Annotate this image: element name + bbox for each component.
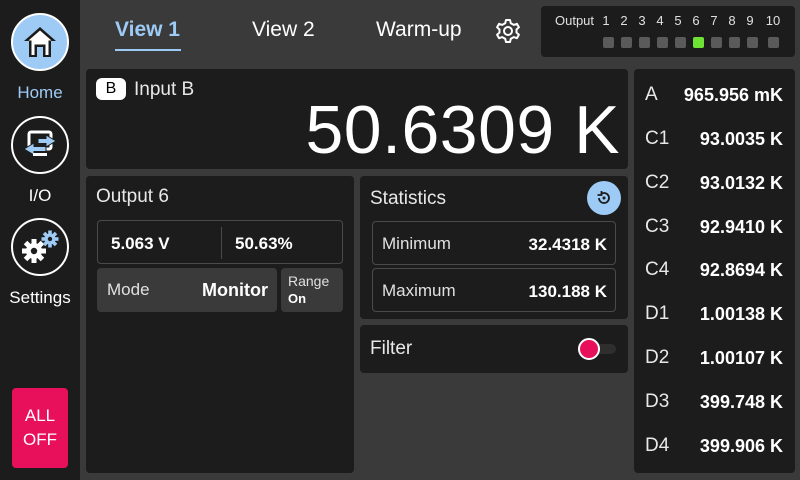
output-led [639,37,650,48]
output-led [675,37,686,48]
output-value-box: 5.063 V 50.63% [97,220,343,264]
channel-value: 92.8694 K [699,260,783,280]
output-title: Output 6 [96,186,169,207]
channel-name: C4 [645,259,670,280]
channel-value: 1.00138 K [699,304,783,324]
output-led [729,37,740,48]
output-led-active [693,37,704,48]
tab-view-1[interactable]: View 1 [115,18,180,42]
gear-icon[interactable] [495,18,521,44]
active-tab-underline [115,49,181,51]
statistics-panel: Statistics Minimum 32.4318 K Maximum 130… [360,176,628,319]
nav-io-label: I/O [28,186,52,205]
mode-value: Monitor [202,280,268,300]
output-percent: 50.63% [235,234,293,253]
channel-value: 92.9410 K [699,217,783,237]
input-badge: B [96,78,126,100]
channel-value: 93.0035 K [699,129,783,149]
channel-name: C2 [645,172,670,193]
channel-name: D3 [645,391,670,412]
output-number: 10 [765,13,781,28]
output-number: 8 [728,13,736,28]
divider [221,227,222,259]
nav-settings-label: Settings [9,288,71,307]
channel-name: D1 [645,303,670,324]
output-number: 5 [674,13,682,28]
output-number: 9 [746,13,754,28]
io-icon [11,116,69,174]
channel-row[interactable]: D1 1.00138 K [634,295,795,335]
channel-value: 1.00107 K [699,348,783,368]
channel-row[interactable]: C2 93.0132 K [634,164,795,204]
settings-gears-icon [11,218,69,276]
filter-toggle[interactable] [578,337,618,361]
channel-row[interactable]: A 965.956 mK [634,76,795,116]
output-led [711,37,722,48]
minimum-label: Minimum [382,234,451,253]
nav-home[interactable]: Home [0,13,80,103]
toggle-knob [578,338,600,360]
channel-name: A [645,84,658,105]
maximum-label: Maximum [382,281,456,300]
output-number: 7 [710,13,718,28]
range-label: Range [288,273,330,289]
channel-row[interactable]: C4 92.8694 K [634,251,795,291]
channel-name: D4 [645,435,670,456]
input-reading: 50.6309 K [305,92,620,168]
channel-value: 399.748 K [699,392,783,412]
statistics-minimum: Minimum 32.4318 K [372,221,616,265]
output-number: 6 [692,13,700,28]
minimum-value: 32.4318 K [528,235,607,254]
channel-row[interactable]: C1 93.0035 K [634,120,795,160]
tab-warm-up[interactable]: Warm-up [376,18,462,42]
channel-row[interactable]: D2 1.00107 K [634,339,795,379]
reset-icon [597,191,610,204]
channel-value: 399.906 K [699,436,783,456]
output-indicator-strip: Output 1 2 3 4 5 6 7 8 9 10 [541,6,795,57]
output-led [621,37,632,48]
reset-statistics-button[interactable] [587,181,621,215]
statistics-maximum: Maximum 130.188 K [372,268,616,312]
output-panel: Output 6 5.063 V 50.63% Mode Monitor Ran… [86,176,354,473]
channel-value: 93.0132 K [699,173,783,193]
output-number: 2 [620,13,628,28]
sidebar: Home I/O Settings ALL OFF [0,0,80,480]
filter-title: Filter [370,338,413,359]
output-led [747,37,758,48]
channels-panel: A 965.956 mK C1 93.0035 K C2 93.0132 K C… [634,69,795,473]
range-selector[interactable]: Range On [281,268,343,312]
output-led [657,37,668,48]
input-title: Input B [134,79,195,100]
mode-label: Mode [107,280,150,299]
range-value: On [288,291,307,306]
all-off-line2: OFF [23,430,57,449]
output-number: 1 [602,13,610,28]
output-number: 3 [638,13,646,28]
mode-selector[interactable]: Mode Monitor [97,268,277,312]
channel-name: D2 [645,347,670,368]
channel-row[interactable]: C3 92.9410 K [634,208,795,248]
nav-settings[interactable]: Settings [0,218,80,308]
output-led [603,37,614,48]
nav-io[interactable]: I/O [0,116,80,206]
filter-panel: Filter [360,325,628,373]
channel-value: 965.956 mK [683,85,783,105]
channel-row[interactable]: D3 399.748 K [634,383,795,423]
input-panel[interactable]: B Input B 50.6309 K [86,69,628,169]
output-voltage: 5.063 V [111,234,170,253]
tab-view-2[interactable]: View 2 [252,18,315,42]
channel-name: C3 [645,216,670,237]
maximum-value: 130.188 K [528,282,607,301]
output-number: 4 [656,13,664,28]
all-off-button[interactable]: ALL OFF [12,388,68,468]
all-off-line1: ALL [24,406,56,425]
output-strip-label: Output [555,13,595,28]
channel-name: C1 [645,128,670,149]
statistics-title: Statistics [370,188,447,209]
nav-home-label: Home [17,83,63,102]
output-led [768,37,779,48]
home-icon [11,13,69,71]
channel-row[interactable]: D4 399.906 K [634,427,795,467]
